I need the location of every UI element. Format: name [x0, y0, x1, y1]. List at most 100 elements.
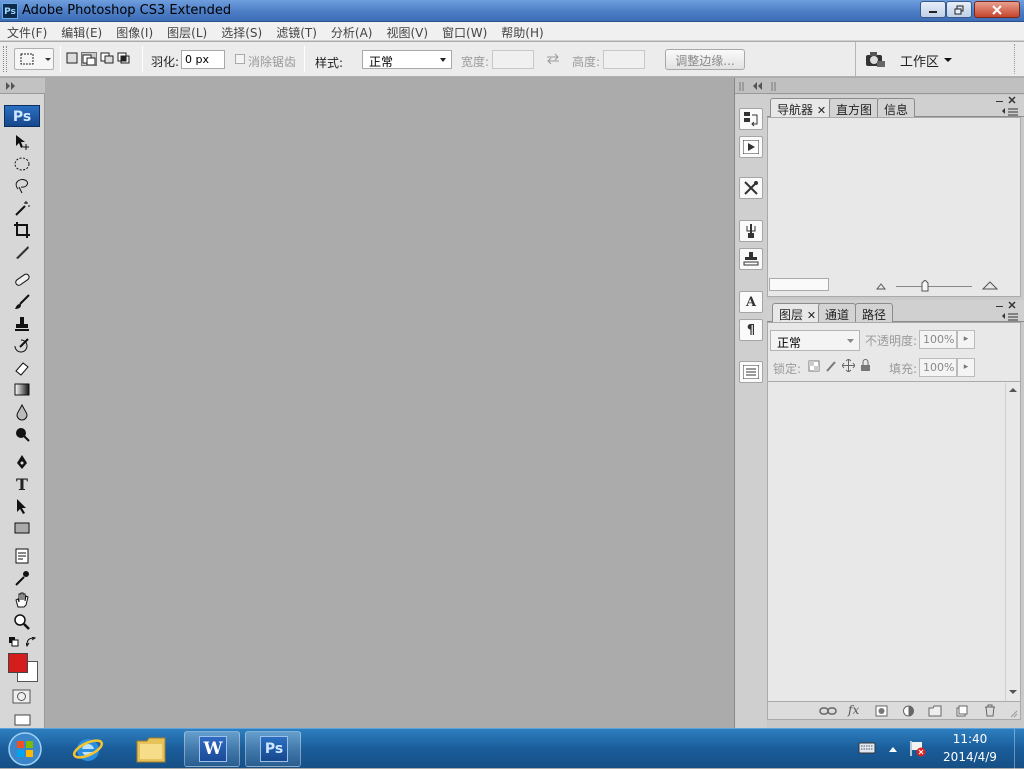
options-bar-grip-right[interactable]: [1014, 44, 1022, 74]
menu-edit[interactable]: 编辑(E): [54, 22, 109, 40]
close-icon[interactable]: ✕: [807, 309, 816, 322]
navigator-zoom-input[interactable]: [769, 278, 829, 291]
clone-source-panel-icon[interactable]: [739, 248, 763, 270]
menu-window[interactable]: 窗口(W): [435, 22, 494, 40]
subtract-from-selection-icon[interactable]: [100, 52, 114, 64]
menu-help[interactable]: 帮助(H): [494, 22, 550, 40]
crop-tool-icon[interactable]: [11, 220, 33, 240]
taskbar-ie-button[interactable]: [62, 731, 118, 767]
lasso-tool-icon[interactable]: [11, 176, 33, 196]
pen-tool-icon[interactable]: [11, 452, 33, 472]
layer-style-icon[interactable]: fx: [848, 703, 859, 717]
start-button[interactable]: [4, 729, 46, 769]
move-tool-icon[interactable]: [11, 132, 33, 152]
close-panel-icon[interactable]: [1007, 95, 1017, 105]
fill-input[interactable]: 100%: [919, 358, 957, 377]
history-panel-icon[interactable]: [739, 108, 763, 130]
screen-mode-icon[interactable]: [14, 714, 32, 726]
link-layers-icon[interactable]: [819, 706, 837, 716]
feather-input[interactable]: 0 px: [181, 50, 225, 69]
tab-channels[interactable]: 通道: [818, 303, 857, 322]
tool-presets-panel-icon[interactable]: [739, 177, 763, 199]
show-hidden-icons-icon[interactable]: [888, 745, 898, 753]
rectangle-tool-icon[interactable]: [11, 518, 33, 538]
panel-menu-icon[interactable]: [1002, 313, 1020, 321]
clone-stamp-tool-icon[interactable]: [11, 314, 33, 334]
panels-header[interactable]: [767, 78, 1024, 94]
show-desktop-button[interactable]: [1014, 729, 1024, 769]
resize-grip-icon[interactable]: [1010, 710, 1018, 718]
options-bar-grip[interactable]: [3, 46, 7, 72]
minimize-button[interactable]: [920, 1, 946, 18]
lock-all-icon[interactable]: [860, 359, 871, 372]
intersect-selection-icon[interactable]: [117, 52, 131, 64]
brush-tool-icon[interactable]: [11, 292, 33, 312]
expand-arrows-icon[interactable]: [752, 82, 764, 90]
menu-view[interactable]: 视图(V): [379, 22, 435, 40]
panel-menu-icon[interactable]: [1002, 108, 1020, 116]
zoom-slider-thumb[interactable]: [921, 280, 929, 292]
foreground-color-swatch[interactable]: [8, 653, 28, 673]
keyboard-icon[interactable]: [858, 741, 876, 755]
tab-layers[interactable]: 图层 ✕: [772, 303, 824, 323]
minimize-panel-icon[interactable]: [995, 301, 1005, 309]
canvas-workarea[interactable]: [46, 78, 734, 728]
style-select[interactable]: 正常: [362, 50, 452, 69]
blend-mode-select[interactable]: 正常: [770, 330, 860, 351]
zoom-in-icon[interactable]: [982, 280, 998, 290]
tool-preset-picker[interactable]: [14, 48, 54, 70]
lock-image-icon[interactable]: [825, 360, 837, 372]
marquee-tool-icon[interactable]: [11, 154, 33, 174]
collapse-arrows-icon[interactable]: [5, 82, 17, 90]
layers-list[interactable]: [769, 383, 1005, 701]
healing-brush-tool-icon[interactable]: [11, 270, 33, 290]
antialias-checkbox[interactable]: [235, 54, 245, 64]
close-panel-icon[interactable]: [1007, 300, 1017, 310]
workspace-button[interactable]: 工作区: [900, 50, 953, 70]
scroll-down-icon[interactable]: [1009, 689, 1017, 695]
menu-analysis[interactable]: 分析(A): [324, 22, 380, 40]
lock-transparent-icon[interactable]: [808, 360, 820, 372]
magic-wand-tool-icon[interactable]: [11, 198, 33, 218]
tab-info[interactable]: 信息: [877, 98, 916, 117]
brushes-panel-icon[interactable]: [739, 220, 763, 242]
zoom-tool-icon[interactable]: [11, 612, 33, 632]
ps-logo[interactable]: Ps: [4, 105, 40, 127]
add-to-selection-icon[interactable]: [81, 52, 97, 66]
restore-button[interactable]: [946, 1, 972, 18]
opacity-input[interactable]: 100%: [919, 330, 957, 349]
history-brush-tool-icon[interactable]: [11, 336, 33, 356]
clock-date[interactable]: 2014/4/9: [930, 750, 1010, 764]
blur-tool-icon[interactable]: [11, 402, 33, 422]
menu-image[interactable]: 图像(I): [109, 22, 160, 40]
new-layer-icon[interactable]: [956, 705, 968, 717]
menu-layer[interactable]: 图层(L): [160, 22, 214, 40]
refine-edge-button[interactable]: 调整边缘...: [665, 49, 745, 70]
actions-panel-icon[interactable]: [739, 136, 763, 158]
taskbar-explorer-button[interactable]: [123, 731, 179, 767]
zoom-slider-track[interactable]: [896, 286, 972, 287]
lock-position-icon[interactable]: [842, 359, 855, 372]
add-mask-icon[interactable]: [875, 705, 888, 717]
taskbar-word-button[interactable]: W: [184, 731, 240, 767]
toolbox-header[interactable]: [0, 78, 45, 94]
clock-time[interactable]: 11:40: [930, 732, 1010, 746]
adjustment-layer-icon[interactable]: [902, 705, 915, 717]
swap-colors-icon[interactable]: [26, 637, 36, 647]
tab-paths[interactable]: 路径: [855, 303, 894, 322]
path-selection-tool-icon[interactable]: [11, 496, 33, 516]
menu-file[interactable]: 文件(F): [0, 22, 54, 40]
taskbar-photoshop-button[interactable]: Ps: [245, 731, 301, 767]
fill-slider-button[interactable]: ▸: [957, 358, 975, 377]
delete-layer-icon[interactable]: [984, 704, 996, 717]
menu-filter[interactable]: 滤镜(T): [269, 22, 324, 40]
opacity-slider-button[interactable]: ▸: [957, 330, 975, 349]
menu-select[interactable]: 选择(S): [214, 22, 269, 40]
gradient-tool-icon[interactable]: [11, 380, 33, 400]
paragraph-panel-icon[interactable]: ¶: [739, 319, 763, 341]
hand-tool-icon[interactable]: [11, 590, 33, 610]
type-tool-icon[interactable]: T: [11, 474, 33, 494]
bridge-icon[interactable]: [864, 50, 886, 68]
tab-histogram[interactable]: 直方图: [829, 98, 880, 117]
layer-comps-panel-icon[interactable]: [739, 361, 763, 383]
